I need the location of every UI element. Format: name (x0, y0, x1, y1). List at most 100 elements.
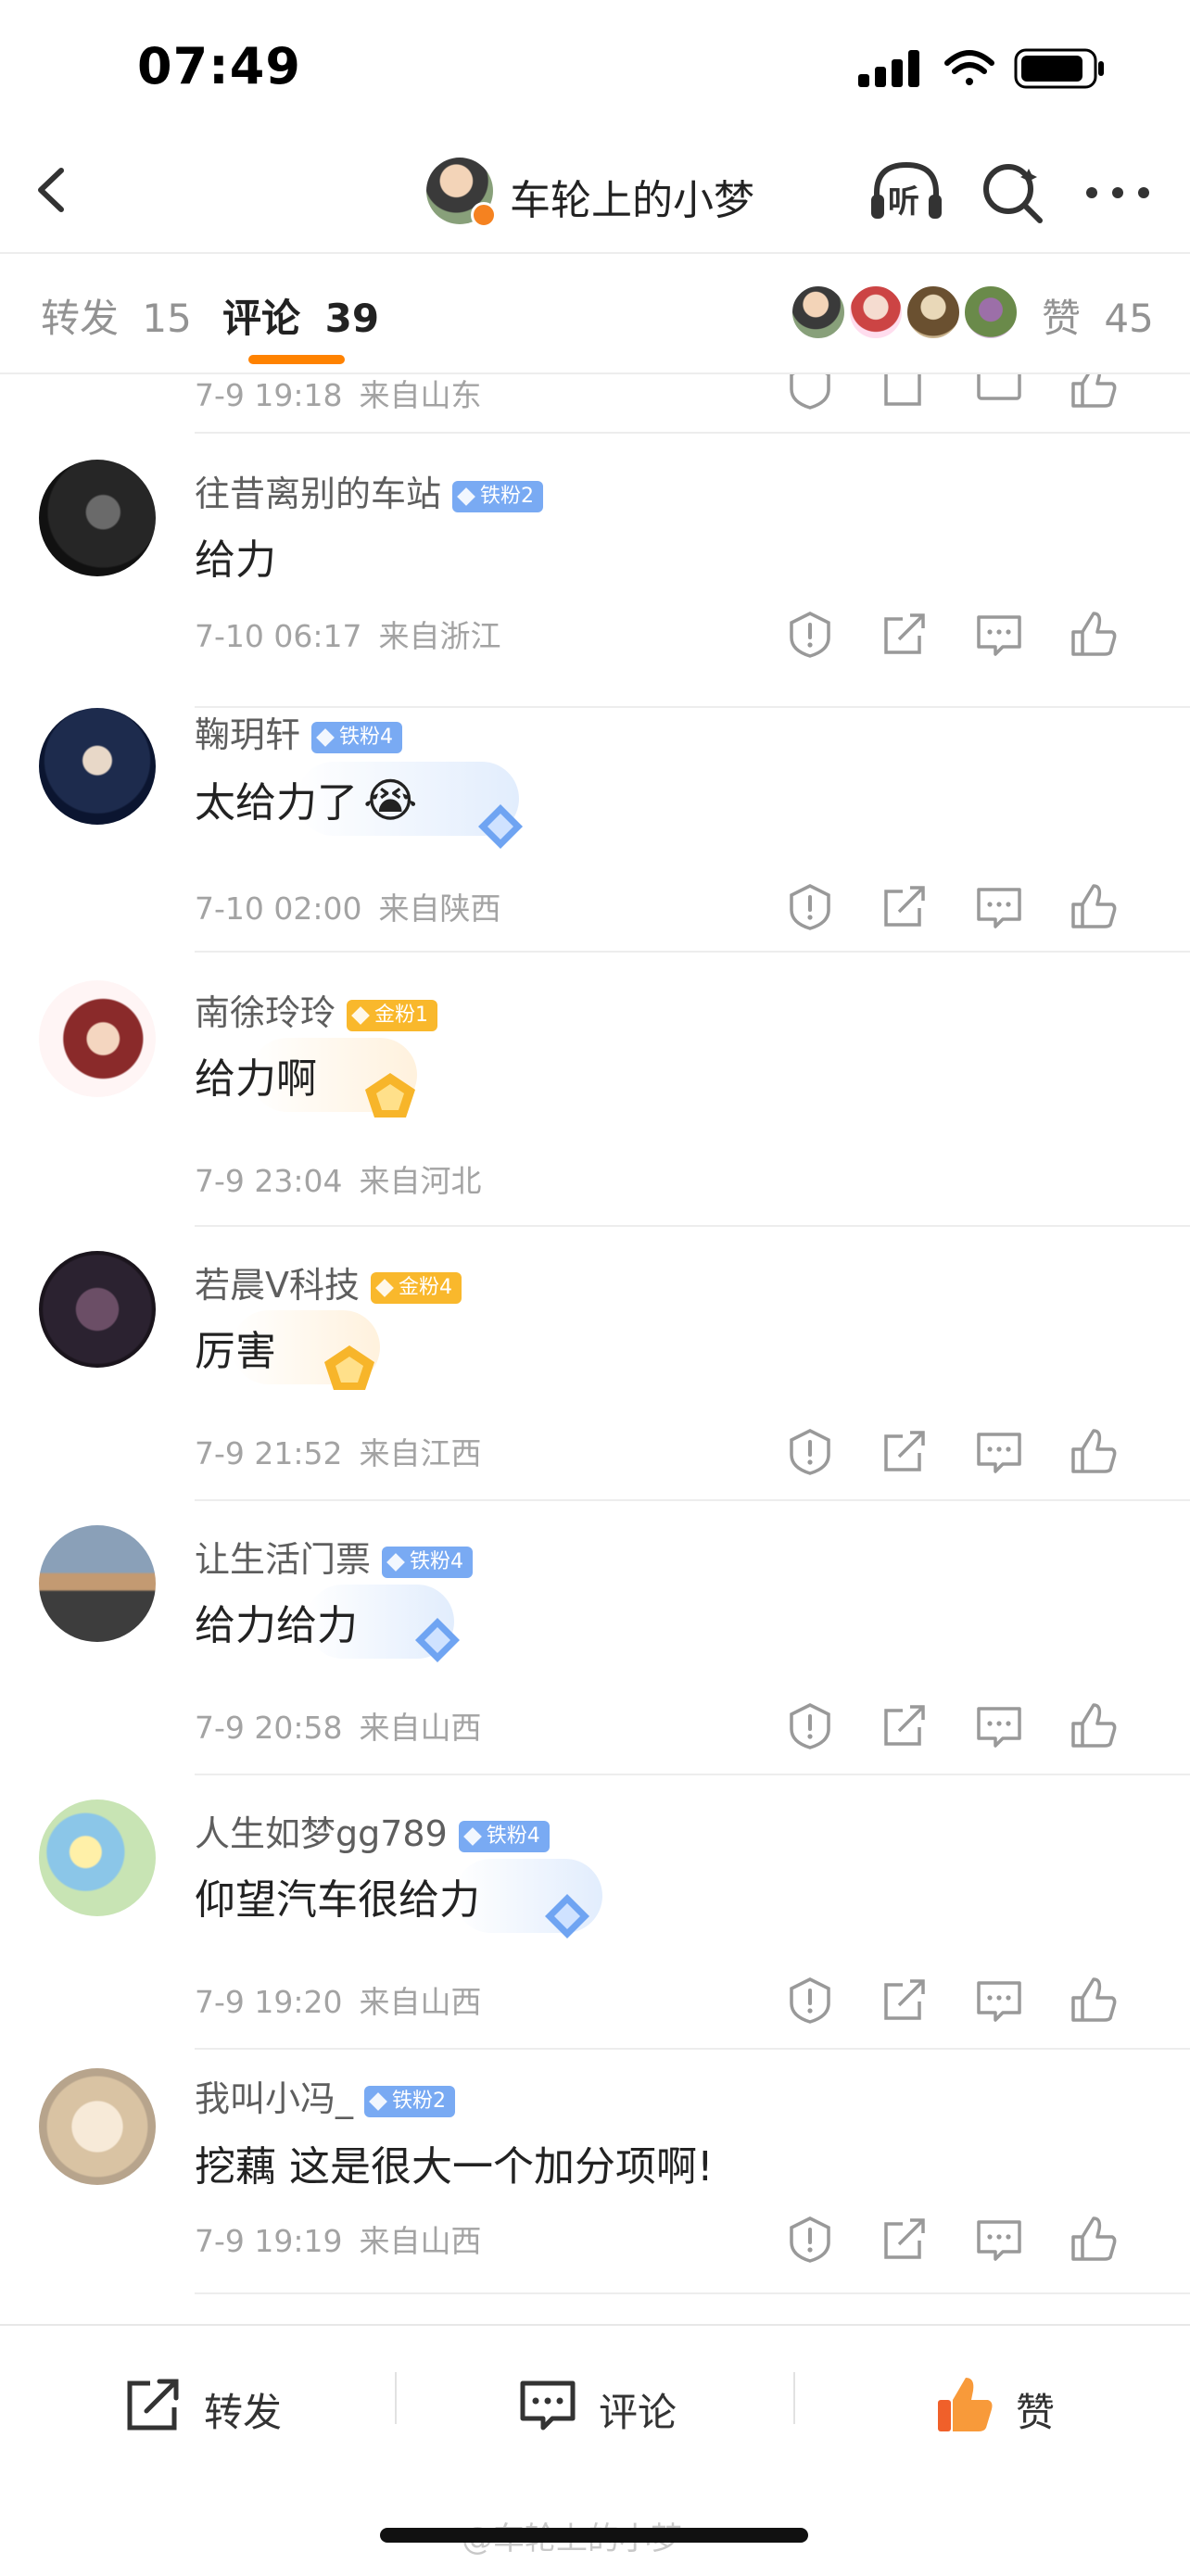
reply-icon[interactable] (971, 1698, 1027, 1753)
comment-meta: 7-9 21:52 来自江西 (195, 1429, 482, 1473)
diamond-icon (457, 486, 475, 506)
comment-meta: 7-9 19:18 来自山东 (195, 374, 482, 415)
commenter-avatar[interactable] (39, 1799, 156, 1916)
comment-item[interactable]: 若晨V科技 金粉4 厉害 7-9 21:52 来自江西 (0, 1227, 1190, 1499)
search-icon (983, 164, 1043, 223)
commenter-name[interactable]: 往昔离别的车站 铁粉2 (195, 465, 544, 516)
liker-avatar (962, 284, 1019, 341)
comment-item[interactable]: 往昔离别的车站 铁粉2 给力 7-10 06:17 来自浙江 (0, 434, 1190, 706)
liker-avatars[interactable] (790, 284, 1031, 341)
commenter-name-text: 往昔离别的车站 (195, 474, 442, 514)
reply-icon[interactable] (971, 606, 1027, 662)
like-icon[interactable] (1066, 606, 1121, 662)
bottom-repost-label: 转发 (204, 2390, 283, 2435)
author-name[interactable]: 车轮上的小梦 (510, 167, 754, 226)
partial-comment: 7-9 19:18 来自山东 (0, 374, 1190, 430)
comment-text: 给力啊 (195, 1055, 317, 1103)
repost-icon[interactable] (877, 374, 932, 413)
commenter-name-text: 南徐玲玲 (195, 992, 336, 1033)
commenter-name[interactable]: 我叫小冯_ 铁粉2 (195, 2070, 456, 2121)
bottom-like-label: 赞 (1016, 2390, 1056, 2435)
comment-time: 7-10 06:17 (195, 618, 362, 654)
commenter-name[interactable]: 南徐玲玲 金粉1 (195, 984, 438, 1035)
back-button[interactable] (28, 158, 74, 222)
like-icon[interactable] (1066, 1972, 1121, 2027)
tab-comments[interactable]: 评论 39 (222, 287, 379, 344)
fan-badge-label: 铁粉4 (410, 1549, 464, 1573)
comment-location: 来自山东 (359, 377, 482, 413)
comment-item[interactable]: 让生活门票 铁粉4 给力给力 7-9 20:58 来自山西 (0, 1501, 1190, 1774)
comment-item[interactable]: 南徐玲玲 金粉1 给力啊 7-9 23:04 来自河北 (0, 953, 1190, 1225)
fan-badge-label: 金粉4 (399, 1275, 452, 1299)
report-icon[interactable] (782, 1972, 838, 2027)
repost-icon[interactable] (877, 1972, 932, 2027)
comment-item[interactable]: 人生如梦gg789 铁粉4 仰望汽车很给力 7-9 19:20 来自山西 (0, 1775, 1190, 2048)
bottom-repost-button[interactable]: 转发 (120, 2372, 306, 2437)
diamond-icon (462, 1826, 482, 1846)
comment-text: 挖藕 这是很大一个加分项啊! (195, 2143, 714, 2191)
comment-item[interactable]: 我叫小冯_ 铁粉2 挖藕 这是很大一个加分项啊! 7-9 19:19 来自山西 (0, 2050, 1190, 2294)
home-indicator[interactable] (380, 2528, 808, 2543)
tab-repost[interactable]: 转发 15 (41, 287, 192, 344)
repost-icon[interactable] (877, 1698, 932, 1753)
reply-icon[interactable] (971, 374, 1027, 413)
likes-number: 45 (1104, 296, 1154, 341)
crown-icon (375, 1278, 394, 1297)
back-icon (38, 168, 64, 212)
crown-icon (351, 1005, 370, 1025)
reply-icon[interactable] (971, 1423, 1027, 1479)
like-icon[interactable] (1066, 2211, 1121, 2267)
verified-icon (471, 202, 497, 228)
commenter-name[interactable]: 鞠玥轩 铁粉4 (195, 706, 403, 757)
comment-icon (520, 2380, 576, 2431)
commenter-avatar[interactable] (39, 460, 156, 576)
commenter-avatar[interactable] (39, 2068, 156, 2185)
report-icon[interactable] (782, 878, 838, 934)
bottom-like-button[interactable]: 赞 (932, 2372, 1081, 2437)
diamond-icon (369, 2091, 387, 2111)
like-icon[interactable] (1066, 374, 1121, 413)
tab-comments-label: 评论 (222, 296, 301, 341)
reply-icon[interactable] (971, 2211, 1027, 2267)
search-button[interactable] (979, 159, 1045, 226)
reply-icon[interactable] (971, 1972, 1027, 2027)
commenter-name[interactable]: 人生如梦gg789 铁粉4 (195, 1805, 550, 1856)
commenter-name[interactable]: 若晨V科技 金粉4 (195, 1256, 462, 1307)
repost-icon[interactable] (877, 2211, 932, 2267)
commenter-name[interactable]: 让生活门票 铁粉4 (195, 1531, 474, 1582)
comment-location: 来自江西 (359, 1435, 482, 1471)
comment-time: 7-9 20:58 (195, 1710, 343, 1746)
nav-divider (0, 252, 1190, 254)
listen-label: 听 (888, 183, 919, 221)
repost-icon[interactable] (877, 606, 932, 662)
emoji-icon: 😭 (363, 774, 418, 827)
comment-time: 7-9 19:20 (195, 1984, 343, 2020)
like-icon[interactable] (1066, 1423, 1121, 1479)
like-icon[interactable] (1066, 878, 1121, 934)
repost-icon (127, 2379, 179, 2431)
more-button[interactable] (1082, 176, 1153, 209)
reply-icon[interactable] (971, 878, 1027, 934)
comment-time: 7-10 02:00 (195, 890, 362, 927)
report-icon[interactable] (782, 1423, 838, 1479)
report-icon[interactable] (782, 606, 838, 662)
comment-actions (782, 1972, 1153, 2027)
commenter-avatar[interactable] (39, 980, 156, 1097)
battery-icon (1014, 48, 1104, 89)
repost-icon[interactable] (877, 1423, 932, 1479)
like-icon[interactable] (1066, 1698, 1121, 1753)
bottom-comment-button[interactable]: 评论 (515, 2372, 701, 2437)
likes-count[interactable]: 赞 45 (1042, 287, 1154, 344)
report-icon[interactable] (782, 374, 838, 413)
repost-icon[interactable] (877, 878, 932, 934)
commenter-avatar[interactable] (39, 1251, 156, 1368)
listen-button[interactable]: 听 (867, 159, 945, 226)
comment-item[interactable]: 鞠玥轩 铁粉4 太给力了 😭 7-10 02:00 来自陕西 (0, 708, 1190, 951)
diamond-icon (386, 1552, 405, 1572)
fan-badge-label: 铁粉4 (339, 725, 394, 749)
report-icon[interactable] (782, 1698, 838, 1753)
report-icon[interactable] (782, 2211, 838, 2267)
commenter-avatar[interactable] (39, 708, 156, 825)
commenter-avatar[interactable] (39, 1525, 156, 1642)
fan-badge: 铁粉2 (364, 2085, 456, 2117)
